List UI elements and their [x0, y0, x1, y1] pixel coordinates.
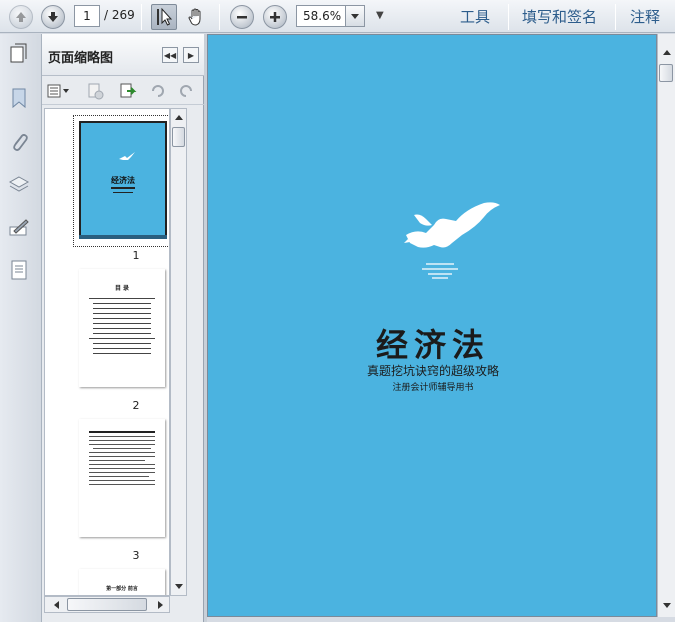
scroll-thumb[interactable]	[67, 598, 147, 611]
hand-tool-button[interactable]	[183, 4, 209, 30]
main-toolbar: 1 / 269 58.6% ▼ 工具 填写和签名 注释	[0, 0, 675, 33]
toolbar-options-menu[interactable]: ▼	[376, 10, 384, 21]
thumbnail-list: 经济法 1 目 录 2 3 第一部分 前言	[44, 108, 170, 596]
chevron-down-icon	[351, 13, 359, 19]
thumbnail-text-page[interactable]	[79, 419, 165, 537]
chevron-up-icon	[174, 114, 183, 120]
thumbnail-section-heading: 第一部分 前言	[106, 586, 138, 592]
select-tool-button[interactable]	[151, 4, 177, 30]
scroll-down-button[interactable]	[659, 598, 674, 613]
eagle-icon	[119, 152, 135, 160]
hand-icon	[188, 8, 201, 26]
select-cursor-icon	[157, 7, 173, 26]
toolbar-divider	[141, 4, 142, 30]
zoom-dropdown-button[interactable]	[346, 5, 365, 27]
navigation-strip	[0, 34, 42, 622]
panel-toolbar	[42, 77, 204, 105]
signatures-nav-button[interactable]	[7, 216, 31, 240]
toolbar-divider	[508, 4, 509, 30]
water-reflection-icon	[422, 263, 458, 279]
document-view[interactable]: 经济法 真题挖坑诀窍的超级攻略 注册会计师辅导用书	[207, 34, 657, 617]
thumbnail-toc-page[interactable]: 目 录	[79, 269, 165, 387]
scroll-left-button[interactable]	[48, 597, 63, 612]
arrow-down-icon	[48, 12, 58, 22]
thumbnail-toc-heading: 目 录	[114, 285, 130, 292]
thumbnail-vertical-scrollbar[interactable]	[170, 108, 187, 596]
undo-page-button[interactable]	[148, 81, 168, 101]
panel-title: 页面缩略图	[48, 51, 114, 66]
chevron-left-icon	[53, 600, 59, 609]
scroll-thumb[interactable]	[659, 64, 673, 82]
plus-icon	[270, 12, 280, 22]
bookmarks-nav-button[interactable]	[7, 86, 31, 110]
pages-icon	[10, 43, 27, 63]
previous-page-button[interactable]	[9, 5, 33, 29]
page-thumbnails-nav-button[interactable]	[7, 42, 31, 66]
layers-nav-button[interactable]	[7, 172, 31, 196]
chevron-up-icon	[662, 49, 671, 55]
comment-pane-button[interactable]: 注释	[630, 6, 660, 27]
chevron-right-icon	[157, 600, 163, 609]
fill-sign-pane-button[interactable]: 填写和签名	[522, 6, 597, 27]
page-thumbnails-panel: 页面缩略图 ◀◀ ▶ 经济法 1 目 录 2 3 第一部分 前言	[42, 34, 204, 622]
toolbar-divider	[219, 4, 220, 30]
page-total-label: / 269	[104, 8, 135, 22]
chevron-right-icon: ▶	[187, 50, 195, 60]
panel-collapse-button[interactable]: ◀◀	[162, 47, 178, 63]
insert-pages-button[interactable]	[118, 81, 138, 101]
zoom-level-input[interactable]: 58.6%	[296, 5, 346, 27]
thumbnail-page-number: 3	[132, 549, 140, 562]
bookmark-icon	[12, 88, 26, 109]
document-title: 经济法	[375, 326, 490, 364]
thumbnail-options-button[interactable]	[46, 81, 72, 101]
undo-icon	[152, 85, 164, 97]
thumbnail-page-number: 2	[132, 399, 140, 412]
scroll-up-button[interactable]	[659, 44, 674, 59]
zoom-out-button[interactable]	[230, 5, 254, 29]
tools-pane-button[interactable]: 工具	[460, 6, 490, 27]
document-icon	[11, 260, 27, 280]
arrow-up-icon	[16, 12, 26, 22]
zoom-in-button[interactable]	[263, 5, 287, 29]
thumbnail-page-number: 1	[132, 249, 140, 262]
minus-icon	[237, 16, 247, 19]
thumbnail-horizontal-scrollbar[interactable]	[44, 596, 170, 613]
document-subtitle: 真题挖坑诀窍的超级攻略	[366, 364, 499, 378]
next-page-button[interactable]	[41, 5, 65, 29]
scroll-down-button[interactable]	[171, 579, 186, 594]
thumbnail-cover-title: 经济法	[111, 176, 135, 185]
double-chevron-left-icon: ◀◀	[163, 50, 177, 60]
chevron-down-icon	[174, 583, 183, 589]
scroll-right-button[interactable]	[153, 597, 168, 612]
insert-page-icon	[120, 83, 137, 98]
thumbnail-line	[111, 187, 135, 189]
page-number-input[interactable]: 1	[74, 5, 100, 27]
scroll-up-button[interactable]	[171, 109, 186, 124]
thumbnail-section-page[interactable]: 第一部分 前言	[79, 569, 165, 595]
delete-pages-button[interactable]	[86, 81, 106, 101]
document-vertical-scrollbar[interactable]	[657, 34, 675, 617]
thumbnail-line	[113, 192, 133, 193]
status-strip	[207, 617, 675, 622]
scroll-thumb[interactable]	[172, 127, 185, 147]
toolbar-divider	[615, 4, 616, 30]
redo-icon	[180, 85, 192, 97]
thumbnail-shadow	[79, 235, 167, 239]
document-subtitle-secondary: 注册会计师辅导用书	[392, 383, 474, 393]
options-list-icon	[47, 84, 69, 98]
content-nav-button[interactable]	[7, 258, 31, 282]
thumbnail-cover-page[interactable]: 经济法	[79, 121, 167, 237]
chevron-down-icon	[662, 602, 671, 608]
attachments-nav-button[interactable]	[7, 130, 31, 154]
panel-hide-button[interactable]: ▶	[183, 47, 199, 63]
redo-page-button[interactable]	[176, 81, 196, 101]
delete-page-icon	[88, 83, 104, 100]
paperclip-icon	[13, 134, 28, 151]
layers-icon	[8, 176, 30, 192]
signature-pen-icon	[9, 219, 29, 236]
panel-header: 页面缩略图 ◀◀ ▶	[42, 34, 204, 76]
